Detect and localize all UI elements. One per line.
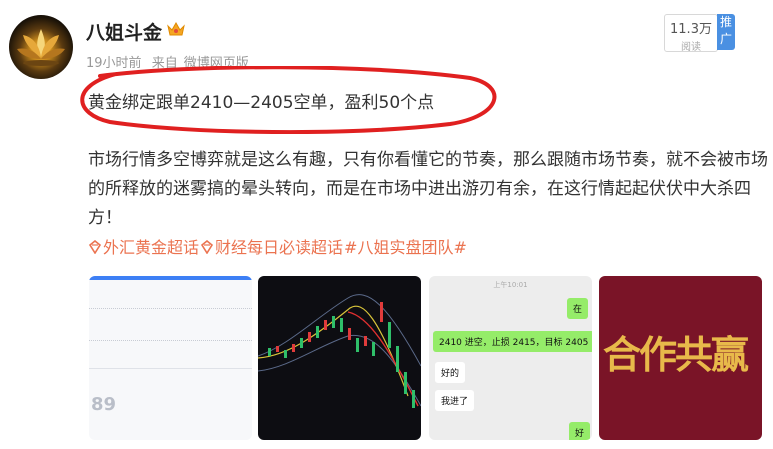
candles	[268, 302, 415, 408]
super-topic-icon	[200, 240, 214, 254]
post-body-text: 市场行情多空博弈就是这么有趣，只有你看懂它的节奏，那么跟随市场节奏，就不会被市场…	[88, 150, 768, 228]
image-thumbnail-4[interactable]: 合作共赢	[599, 276, 762, 440]
grid-line	[89, 368, 252, 369]
topic-links: 外汇黄金超话 财经每日必读超话#八姐实盘团队#	[88, 234, 468, 258]
read-label: 阅读	[681, 42, 701, 53]
promote-button[interactable]: 推广	[717, 14, 735, 50]
chat-time: 上午10:01	[493, 281, 528, 289]
avatar[interactable]	[9, 15, 73, 79]
chart-fragment-number: 89	[91, 394, 117, 415]
chat-bubble: 我进了	[435, 390, 475, 411]
grid-line	[89, 340, 252, 341]
grid-line	[89, 308, 252, 309]
username-link[interactable]: 八姐斗金	[86, 18, 162, 45]
image-thumbnail-2[interactable]	[258, 276, 421, 440]
topic-forex-gold[interactable]: 外汇黄金超话	[103, 238, 199, 257]
post-body: 市场行情多空博弈就是这么有趣，只有你看懂它的节奏，那么跟随市场节奏，就不会被市场…	[88, 146, 768, 233]
image-thumbnail-3[interactable]: 上午10:01 在 2410 进空，止损 2415，目标 2405 好的 我进了…	[429, 276, 592, 440]
chat-bubble: 好	[569, 422, 591, 440]
red-circle-annotation	[80, 66, 497, 134]
read-count-badge: 11.3万 阅读	[664, 14, 718, 53]
chat-bubble: 好的	[435, 362, 466, 383]
vip-crown-icon	[166, 20, 186, 42]
candlestick-chart-image	[258, 294, 421, 408]
read-count: 11.3万	[670, 22, 712, 37]
topic-bajie-team[interactable]: #八姐实盘团队#	[344, 238, 467, 257]
lotus-icon	[17, 29, 65, 66]
blue-header-bar	[89, 276, 252, 280]
super-topic-icon	[88, 240, 102, 254]
chat-bubble: 2410 进空，止损 2415，目标 2405	[433, 331, 592, 352]
chat-bubble: 在	[567, 298, 589, 319]
topic-finance-daily[interactable]: 财经每日必读超话	[215, 238, 343, 257]
calligraphy-text: 合作共赢	[603, 332, 749, 377]
image-thumbnail-1[interactable]: 89	[89, 276, 252, 440]
